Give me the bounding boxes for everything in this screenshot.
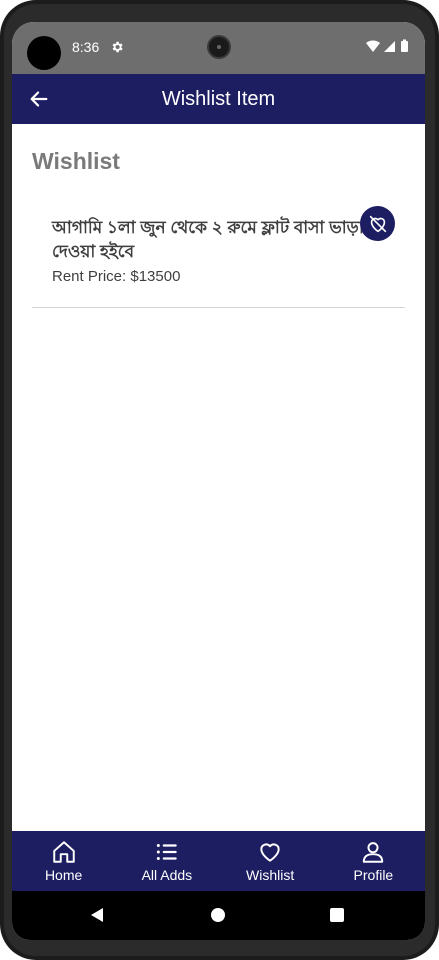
bottom-navigation: Home All Adds Wishlist Profile — [12, 831, 425, 891]
wishlist-item[interactable]: আগামি ১লা জুন থেকে ২ রুমে ফ্লাট বাসা ভাড… — [32, 200, 405, 308]
system-home-button[interactable] — [211, 908, 225, 922]
nav-wishlist[interactable]: Wishlist — [219, 831, 322, 891]
wishlist-item-price: Rent Price: $13500 — [52, 268, 181, 285]
system-navigation-bar — [12, 891, 425, 940]
system-back-icon[interactable] — [89, 907, 105, 923]
person-icon — [363, 842, 384, 863]
app-screen: 8:36 Wishlist Item Wishlist আগামি ১লা জু… — [12, 22, 425, 940]
page-title: Wishlist Item — [161, 88, 276, 110]
arrow-left-icon — [30, 91, 48, 107]
front-camera-cutout — [27, 36, 61, 70]
nav-home-label: Home — [44, 867, 83, 883]
nav-home[interactable]: Home — [12, 831, 115, 891]
nav-wishlist-label: Wishlist — [246, 867, 295, 883]
nav-profile-label: Profile — [353, 867, 394, 883]
section-title: Wishlist — [32, 148, 120, 174]
app-bar: Wishlist Item — [12, 74, 425, 124]
nav-profile[interactable]: Profile — [322, 831, 425, 891]
list-icon — [156, 843, 177, 861]
nav-all-adds[interactable]: All Adds — [115, 831, 218, 891]
battery-icon — [401, 39, 408, 52]
heart-icon — [260, 843, 280, 862]
camera-lens — [207, 35, 231, 59]
back-button[interactable] — [26, 86, 52, 112]
system-recents-button[interactable] — [330, 908, 344, 922]
signal-icon — [384, 41, 395, 52]
remove-from-wishlist-button[interactable] — [360, 206, 395, 241]
status-time: 8:36 — [72, 39, 100, 55]
wifi-icon — [366, 40, 380, 52]
status-indicators — [366, 39, 408, 52]
gear-icon — [112, 41, 123, 53]
heart-off-icon — [369, 215, 386, 232]
home-icon — [52, 841, 75, 863]
wishlist-item-title: আগামি ১লা জুন থেকে ২ রুমে ফ্লাট বাসা ভাড… — [52, 218, 364, 261]
status-bar: 8:36 — [12, 22, 425, 74]
nav-all-adds-label: All Adds — [141, 867, 193, 883]
